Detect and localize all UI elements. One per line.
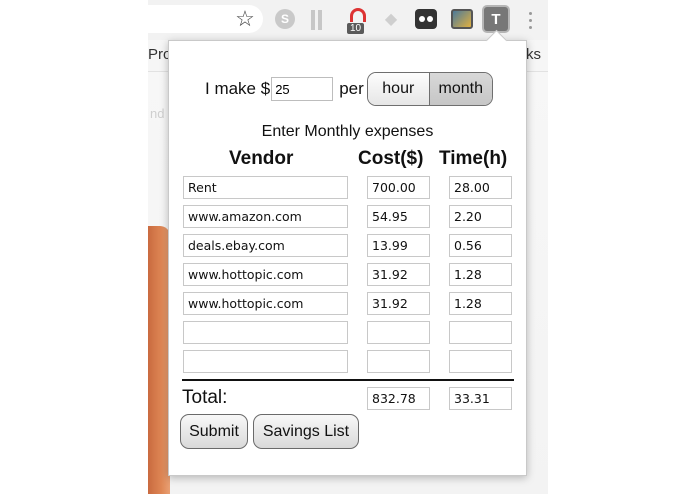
submit-button[interactable]: Submit xyxy=(180,414,248,449)
star-icon[interactable]: ☆ xyxy=(234,6,256,31)
total-cost-value: 832.78 xyxy=(367,387,430,410)
total-time-value: 33.31 xyxy=(449,387,512,410)
rate-prefix-label: I make $ xyxy=(205,79,271,98)
cost-input[interactable]: 700.00 xyxy=(367,176,430,199)
extension-popup: I make $ per hour month Enter Monthly ex… xyxy=(168,40,527,476)
time-field[interactable]: 1.28 xyxy=(449,263,512,286)
cost-input[interactable] xyxy=(367,321,430,344)
bookmark-item-right[interactable]: ks xyxy=(526,46,541,63)
vendor-input[interactable] xyxy=(183,350,348,373)
s-extension-icon[interactable]: S xyxy=(275,9,295,29)
time-field[interactable]: 1.28 xyxy=(449,292,512,315)
vendor-input[interactable]: www.hottopic.com xyxy=(183,292,348,315)
vendor-input[interactable] xyxy=(183,321,348,344)
bars-extension-icon[interactable] xyxy=(309,9,327,31)
cost-input[interactable]: 13.99 xyxy=(367,234,430,257)
cost-input[interactable]: 31.92 xyxy=(367,292,430,315)
t-extension-icon[interactable]: T xyxy=(484,7,508,31)
savings-list-button[interactable]: Savings List xyxy=(253,414,359,449)
time-field[interactable]: 0.56 xyxy=(449,234,512,257)
time-field[interactable] xyxy=(449,350,512,373)
background-photo-hand xyxy=(148,226,170,494)
menu-icon[interactable] xyxy=(525,8,535,32)
total-divider xyxy=(182,379,514,381)
cost-input[interactable] xyxy=(367,350,430,373)
time-field[interactable] xyxy=(449,321,512,344)
bulb-icon xyxy=(350,8,366,22)
vendor-input[interactable]: www.hottopic.com xyxy=(183,263,348,286)
vendor-input[interactable]: www.amazon.com xyxy=(183,205,348,228)
rate-row: I make $ per hour month xyxy=(205,71,493,107)
time-field[interactable]: 2.20 xyxy=(449,205,512,228)
per-label: per xyxy=(339,79,364,98)
extension-badge-count: 10 xyxy=(347,23,365,34)
hourly-rate-input[interactable] xyxy=(271,77,334,101)
expenses-heading: Enter Monthly expenses xyxy=(261,123,434,140)
total-label: Total: xyxy=(182,387,228,408)
notification-extension-icon[interactable]: 10 xyxy=(345,6,373,36)
time-column-header: Time(h) xyxy=(439,148,508,169)
vendor-input[interactable]: deals.ebay.com xyxy=(183,234,348,257)
cost-input[interactable]: 31.92 xyxy=(367,263,430,286)
time-field[interactable]: 28.00 xyxy=(449,176,512,199)
period-hour-button[interactable]: hour xyxy=(367,73,430,105)
period-month-button[interactable]: month xyxy=(429,73,492,105)
glasses-extension-icon[interactable] xyxy=(415,9,437,29)
cost-input[interactable]: 54.95 xyxy=(367,205,430,228)
vendor-input[interactable]: Rent xyxy=(183,176,348,199)
vendor-column-header: Vendor xyxy=(229,148,294,169)
page-ghost-text: nd xyxy=(150,106,165,121)
photo-extension-icon[interactable] xyxy=(451,9,473,29)
period-toggle: hour month xyxy=(366,72,493,106)
diamond-extension-icon[interactable]: ◆ xyxy=(384,10,398,28)
cost-column-header: Cost($) xyxy=(358,148,424,169)
